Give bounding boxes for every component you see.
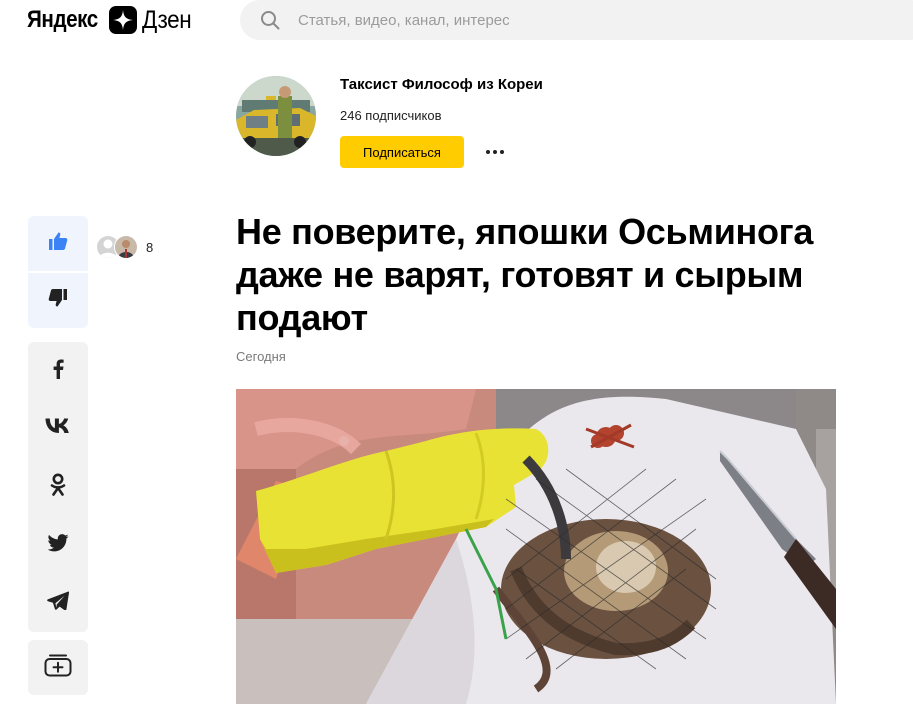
article-title: Не поверите, япошки Осьминога даже не ва…: [236, 211, 814, 338]
zen-star-icon: [109, 6, 137, 34]
more-dot-icon: [493, 150, 497, 154]
more-dot-icon: [486, 150, 490, 154]
logo-dzen-text: Дзен: [142, 5, 192, 34]
search-icon[interactable]: [260, 10, 280, 30]
share-telegram-button[interactable]: [28, 583, 88, 623]
share-panel: [28, 342, 88, 632]
search-input[interactable]: [296, 10, 860, 30]
facebook-icon: [48, 358, 68, 385]
add-to-collection-icon: [44, 653, 72, 682]
subscriber-count: 246 подписчиков: [340, 108, 442, 123]
like-count: 8: [146, 239, 154, 255]
dzen-logo[interactable]: Яндекс Дзен: [27, 6, 197, 34]
share-facebook-button[interactable]: [28, 351, 88, 391]
thumbs-down-icon: [47, 287, 69, 314]
liker-avatar: [114, 235, 138, 259]
subscribe-button[interactable]: Подписаться: [340, 136, 464, 168]
thumbs-up-icon: [47, 230, 69, 257]
channel-avatar[interactable]: [236, 76, 316, 156]
share-vk-button[interactable]: [28, 408, 88, 448]
publish-date: Сегодня: [236, 349, 286, 364]
more-dot-icon: [500, 150, 504, 154]
odnoklassniki-icon: [49, 473, 67, 502]
more-options-button[interactable]: [480, 140, 510, 164]
likers-avatars[interactable]: 8: [96, 235, 153, 259]
share-twitter-button[interactable]: [28, 525, 88, 565]
dislike-button[interactable]: [28, 273, 88, 328]
telegram-icon: [47, 591, 70, 615]
logo-yandex-text: Яндекс: [27, 6, 98, 33]
share-odnoklassniki-button[interactable]: [28, 467, 88, 507]
search-bar[interactable]: [240, 0, 913, 40]
vk-icon: [45, 418, 71, 439]
save-to-collection-button[interactable]: [28, 640, 88, 695]
channel-name[interactable]: Таксист Философ из Кореи: [340, 76, 543, 93]
twitter-icon: [47, 533, 69, 557]
like-button[interactable]: [28, 216, 88, 271]
article-cover-image[interactable]: [236, 389, 836, 704]
